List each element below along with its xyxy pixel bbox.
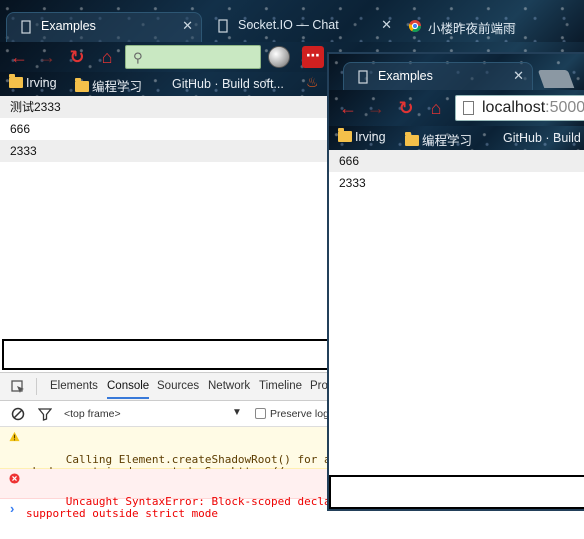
bookmark-label: 编程学习 (422, 134, 473, 148)
page-icon (21, 20, 31, 34)
forward-arrow-icon[interactable]: → (36, 46, 58, 68)
bookmark-irving[interactable]: Irving (9, 74, 57, 90)
reload-icon[interactable]: ↻ (66, 46, 88, 68)
address-bar[interactable]: localhost:5000 (455, 95, 584, 121)
preserve-log-label: Preserve log (270, 408, 329, 420)
reload-icon[interactable]: ↻ (395, 97, 417, 119)
flame-icon[interactable]: ♨ (306, 74, 319, 91)
list-item: 666 (329, 150, 584, 172)
search-icon: ⚲ (133, 50, 143, 65)
bookmark-irving[interactable]: Irving (338, 128, 386, 144)
chevron-down-icon[interactable]: ▼ (232, 407, 242, 418)
message-input[interactable] (2, 339, 332, 370)
close-icon[interactable]: ✕ (381, 17, 392, 33)
page-icon (358, 70, 368, 84)
tab-label: 小楼昨夜前端雨 (428, 22, 516, 36)
chrome-icon (408, 20, 421, 33)
chat-messages: 666 2333 (329, 150, 584, 475)
tab-blog[interactable]: 小楼昨夜前端雨 (400, 12, 584, 42)
address-bar[interactable]: ⚲ (125, 45, 261, 69)
error-icon (9, 473, 20, 484)
error-text: Uncaught SyntaxError: Block-scoped decla… (26, 495, 351, 520)
tab-label: Examples (378, 69, 433, 83)
list-item: 666 (10, 122, 31, 136)
tab-profiles[interactable]: Pro (310, 380, 328, 392)
back-arrow-icon[interactable]: ← (337, 97, 359, 119)
github-icon (489, 130, 503, 142)
bookmark-label: GitHub · Build soft... (172, 77, 284, 91)
chat-messages: 测试2333 666 2333 (0, 96, 330, 339)
back-arrow-icon[interactable]: ← (8, 46, 30, 68)
close-icon[interactable]: ✕ (182, 18, 193, 34)
page-icon (218, 19, 228, 33)
tab-label: Examples (41, 19, 96, 33)
home-icon[interactable]: ⌂ (425, 97, 447, 119)
divider (36, 378, 37, 395)
bookmark-github[interactable]: GitHub · Build soft... (158, 76, 284, 91)
address-host: localhost (482, 99, 546, 116)
clear-console-icon[interactable] (11, 407, 25, 421)
github-icon (158, 76, 172, 88)
console-error: Uncaught SyntaxError: Block-scoped decla… (0, 469, 351, 520)
bookmark-label: Irving (355, 130, 386, 144)
tab-label: Socket.IO — Chat (238, 18, 339, 32)
console-toolbar: <top frame> ▼ Preserve log (0, 401, 330, 427)
preserve-log-checkbox[interactable] (255, 408, 266, 419)
close-icon[interactable]: ✕ (513, 68, 524, 84)
browser-window-front: Examples ✕ ← → ↻ ⌂ localhost:5000 Irving… (327, 52, 584, 511)
bookmark-label: GitHub · Build (503, 131, 581, 145)
message-input[interactable] (329, 475, 584, 509)
bookmark-label: 编程学习 (92, 80, 143, 94)
devtools-panel: Elements Console Sources Network Timelin… (0, 372, 351, 539)
folder-icon (75, 78, 89, 92)
new-tab-button[interactable] (537, 70, 575, 88)
menu-icon[interactable]: ⋯ (302, 46, 324, 68)
list-item: 2333 (0, 140, 330, 162)
bookmark-github[interactable]: GitHub · Build (489, 130, 581, 145)
tab-timeline[interactable]: Timeline (259, 380, 302, 392)
tab-socketio-chat[interactable]: Socket.IO — Chat ✕ (204, 12, 400, 42)
list-item: 测试2333 (0, 96, 330, 118)
inspect-icon[interactable] (11, 380, 25, 394)
address-port: :5000 (545, 99, 584, 116)
bookmarks-bar: Irving 编程学习 GitHub · Build (329, 126, 584, 150)
bookmark-label: Irving (26, 76, 57, 90)
tab-console[interactable]: Console (107, 380, 150, 399)
tab-network[interactable]: Network (208, 380, 250, 392)
tab-examples[interactable]: Examples ✕ (6, 12, 202, 42)
page-icon (463, 101, 474, 115)
toolbar: ← → ↻ ⌂ localhost:5000 (329, 90, 584, 126)
filter-icon[interactable] (38, 407, 52, 421)
extension-globe-icon[interactable] (268, 46, 290, 68)
tab-elements[interactable]: Elements (50, 380, 98, 392)
folder-icon (405, 132, 419, 146)
folder-icon (338, 128, 352, 142)
console-warning: Calling Element.createShadowRoot() for a… (0, 427, 351, 490)
bookmark-learning[interactable]: 编程学习 (405, 130, 472, 149)
tab-sources[interactable]: Sources (157, 380, 199, 392)
tab-strip: Examples ✕ (329, 54, 584, 90)
context-select[interactable]: <top frame> (64, 408, 121, 420)
list-item: 2333 (339, 176, 366, 190)
tab-strip: Examples ✕ Socket.IO — Chat ✕ 小楼昨夜前端雨 (0, 0, 584, 42)
forward-arrow-icon[interactable]: → (365, 97, 387, 119)
devtools-tabs: Elements Console Sources Network Timelin… (0, 373, 330, 401)
warning-icon (9, 431, 20, 442)
home-icon[interactable]: ⌂ (96, 46, 118, 68)
console-prompt[interactable]: › (10, 501, 14, 516)
folder-icon (9, 74, 23, 88)
tab-examples[interactable]: Examples ✕ (343, 62, 533, 90)
bookmark-learning[interactable]: 编程学习 (75, 76, 142, 95)
